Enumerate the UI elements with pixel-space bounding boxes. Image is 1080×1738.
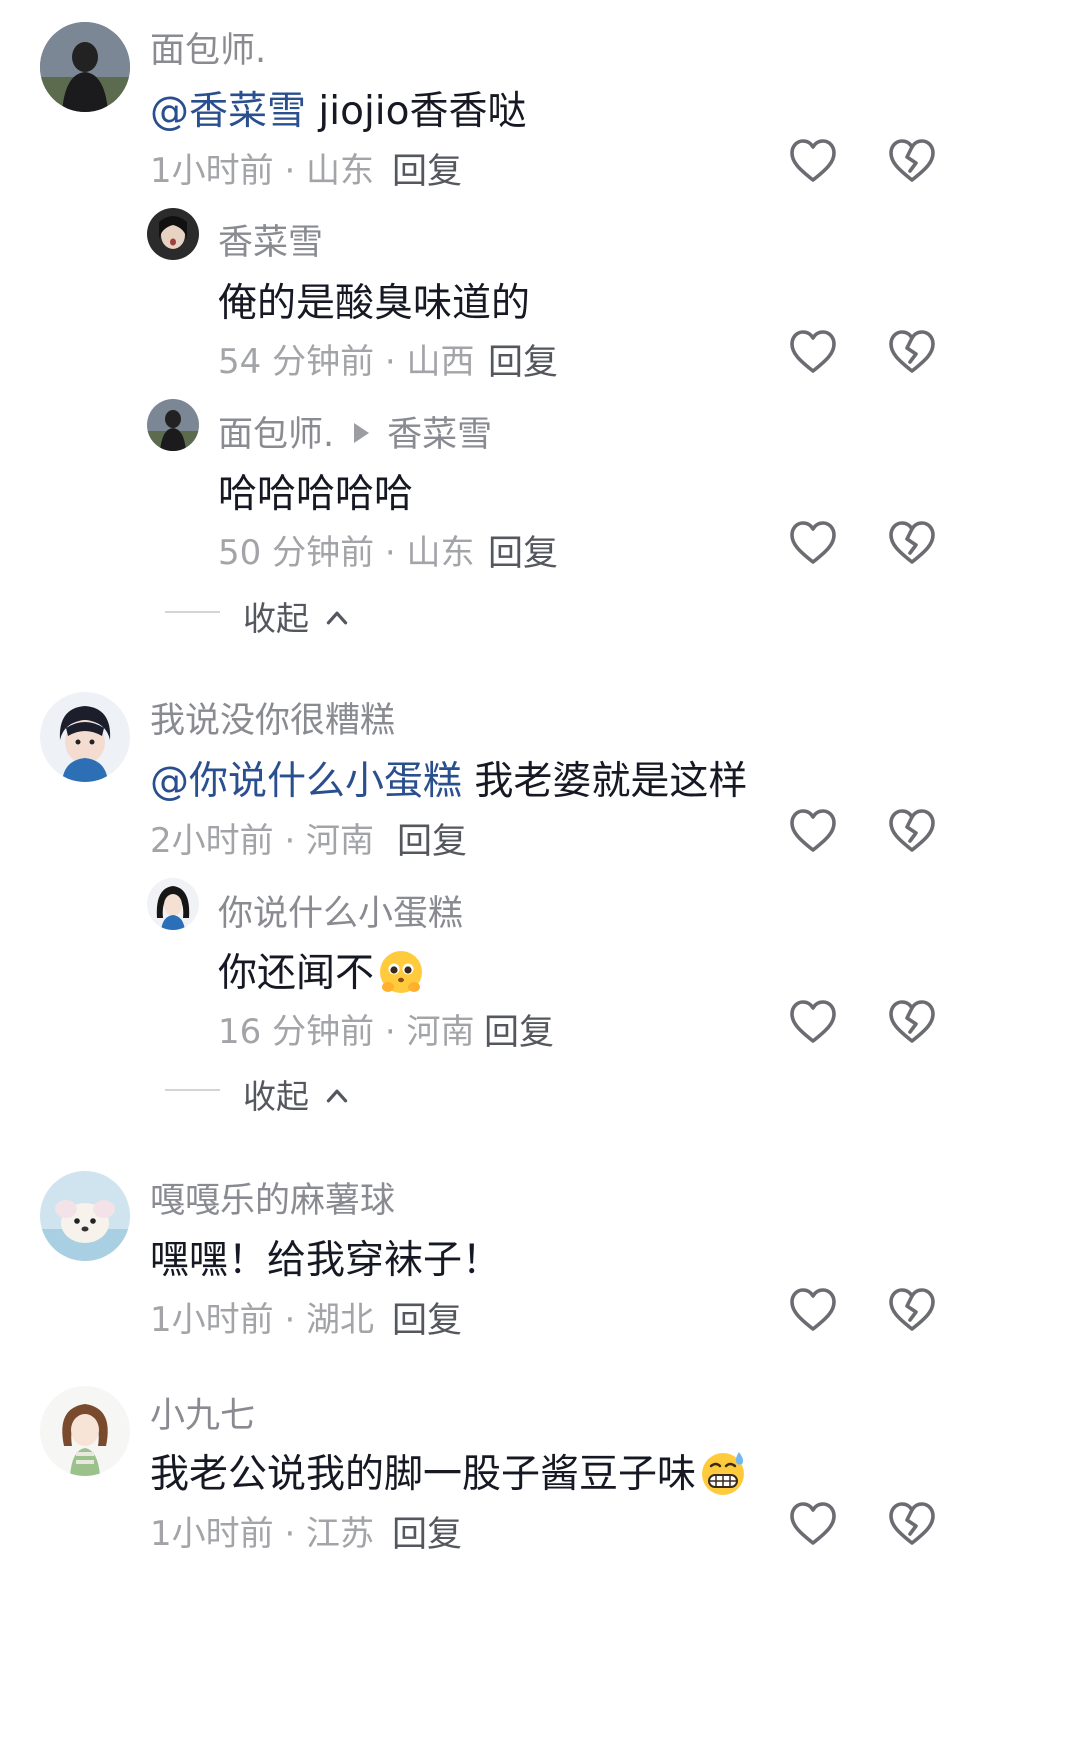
comment-meta: 2小时前 · 河南 bbox=[150, 821, 375, 861]
comment-meta: 1小时前 · 山东 bbox=[150, 151, 375, 191]
reply-button[interactable]: 回复 bbox=[392, 143, 462, 194]
reply-text: 俺的是酸臭味道的 bbox=[218, 281, 531, 326]
reply-button[interactable]: 回复 bbox=[392, 1292, 462, 1343]
heart-outline-icon[interactable] bbox=[789, 999, 837, 1045]
reply-button[interactable]: 回复 bbox=[484, 1004, 554, 1055]
mention-link[interactable]: @香菜雪 bbox=[150, 89, 306, 134]
comment-text-body: 我老婆就是这样 bbox=[462, 759, 748, 804]
broken-heart-outline-icon[interactable] bbox=[888, 1287, 936, 1333]
reply-avatar[interactable] bbox=[147, 208, 199, 260]
comment-username[interactable]: 我说没你很糟糕 bbox=[150, 692, 395, 743]
reply-button[interactable]: 回复 bbox=[392, 1506, 462, 1557]
comment-text-body: 我老公说我的脚一股子酱豆子味 bbox=[150, 1452, 697, 1497]
reply-button[interactable]: 回复 bbox=[488, 525, 558, 576]
reply-avatar[interactable] bbox=[147, 399, 199, 451]
reply-button[interactable]: 回复 bbox=[397, 813, 467, 864]
heart-outline-icon[interactable] bbox=[789, 329, 837, 375]
comment-username[interactable]: 小九七 bbox=[150, 1387, 255, 1438]
mention-link[interactable]: @你说什么小蛋糕 bbox=[150, 759, 462, 804]
broken-heart-outline-icon[interactable] bbox=[888, 808, 936, 854]
chevron-up-icon bbox=[326, 1089, 347, 1103]
comment-text: @香菜雪 jiojio香香哒 bbox=[150, 80, 526, 136]
reply-meta: 50 分钟前 · 山东 bbox=[218, 533, 475, 573]
broken-heart-outline-icon[interactable] bbox=[888, 1501, 936, 1547]
comment-username[interactable]: 面包师. bbox=[150, 22, 266, 73]
reply-username[interactable]: 香菜雪 bbox=[218, 214, 323, 265]
reply-author[interactable]: 面包师. bbox=[218, 415, 334, 455]
reply-meta: 16 分钟前 · 河南 bbox=[218, 1012, 475, 1052]
reply-text: 哈哈哈哈哈 bbox=[218, 472, 414, 517]
reply-text: 你还闻不 bbox=[218, 942, 426, 1001]
collapse-label: 收起 bbox=[243, 1077, 309, 1116]
heart-outline-icon[interactable] bbox=[789, 1287, 837, 1333]
reply-text-body: 你还闻不 bbox=[218, 951, 375, 996]
heart-outline-icon[interactable] bbox=[789, 520, 837, 566]
reply-meta: 54 分钟前 · 山西 bbox=[218, 342, 475, 382]
heart-outline-icon[interactable] bbox=[789, 138, 837, 184]
comment-text-body: jiojio香香哒 bbox=[306, 89, 527, 134]
pleading-face-emoji bbox=[376, 947, 426, 997]
reply-username: 面包师. 香菜雪 bbox=[218, 406, 492, 457]
grimacing-sweat-emoji bbox=[698, 1448, 748, 1498]
avatar[interactable] bbox=[40, 1386, 130, 1476]
broken-heart-outline-icon[interactable] bbox=[888, 520, 936, 566]
divider bbox=[165, 611, 220, 613]
broken-heart-outline-icon[interactable] bbox=[888, 329, 936, 375]
comment-text: 我老公说我的脚一股子酱豆子味 bbox=[150, 1443, 748, 1502]
heart-outline-icon[interactable] bbox=[789, 808, 837, 854]
comment-meta: 1小时前 · 江苏 bbox=[150, 1514, 375, 1554]
reply-button[interactable]: 回复 bbox=[488, 334, 558, 385]
heart-outline-icon[interactable] bbox=[789, 1501, 837, 1547]
comment-meta: 1小时前 · 湖北 bbox=[150, 1300, 375, 1340]
comment-text: 嘿嘿！给我穿袜子！ bbox=[150, 1238, 502, 1283]
chevron-up-icon bbox=[326, 611, 347, 625]
avatar[interactable] bbox=[40, 22, 130, 112]
comment-username[interactable]: 嘎嘎乐的麻薯球 bbox=[150, 1172, 395, 1223]
divider bbox=[165, 1089, 220, 1091]
reply-avatar[interactable] bbox=[147, 878, 199, 930]
reply-arrow-icon bbox=[354, 423, 370, 443]
broken-heart-outline-icon[interactable] bbox=[888, 999, 936, 1045]
reply-username[interactable]: 你说什么小蛋糕 bbox=[218, 885, 463, 936]
collapse-label: 收起 bbox=[243, 599, 309, 638]
reply-target[interactable]: 香菜雪 bbox=[387, 415, 492, 455]
comment-text: @你说什么小蛋糕 我老婆就是这样 bbox=[150, 750, 747, 806]
broken-heart-outline-icon[interactable] bbox=[888, 138, 936, 184]
avatar[interactable] bbox=[40, 692, 130, 782]
avatar[interactable] bbox=[40, 1171, 130, 1261]
